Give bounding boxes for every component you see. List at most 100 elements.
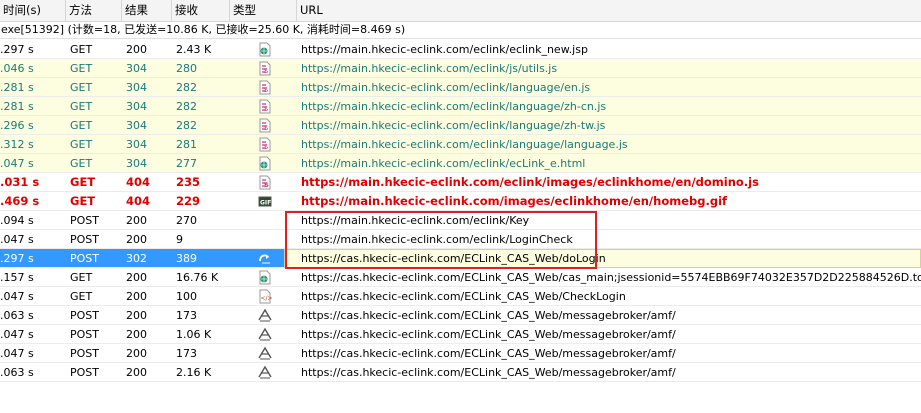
svg-text:s: s <box>264 123 268 132</box>
request-row[interactable]: .047 s GET 200 100 </> https://cas.hkecic-ecl… <box>0 287 921 306</box>
request-received: 1.06 K <box>176 328 212 341</box>
request-type-cell: GIF <box>253 192 279 211</box>
request-time: .047 s <box>0 328 34 341</box>
request-row[interactable]: .047 s POST 200 1.06 K https://cas.hkecic-ec… <box>0 325 921 344</box>
request-type-cell <box>253 249 279 268</box>
request-row[interactable]: .469 s GET 404 229 GIF https://main.hkecic-ec… <box>0 192 921 211</box>
request-method: GET <box>70 157 93 170</box>
request-type-cell <box>253 40 279 59</box>
request-method: GET <box>70 119 93 132</box>
request-url: https://main.hkecic-eclink.com/eclink/la… <box>301 119 606 132</box>
request-url: https://main.hkecic-eclink.com/eclink/la… <box>301 81 591 94</box>
script-file-icon: s <box>258 61 272 76</box>
request-received: 9 <box>176 233 183 246</box>
request-row[interactable]: .047 s POST 200 173 https://cas.hkecic-eclin… <box>0 344 921 363</box>
script-file-icon: s <box>258 80 272 95</box>
svg-text:GIF: GIF <box>260 200 271 207</box>
html-page-icon <box>258 156 272 171</box>
request-received: 2.43 K <box>176 43 212 56</box>
request-type-cell <box>253 344 279 363</box>
request-row[interactable]: .281 s GET 304 282 s https://main.hkecic-ecli… <box>0 97 921 116</box>
column-header-url[interactable]: URL <box>297 0 921 21</box>
request-received: 282 <box>176 100 197 113</box>
script-file-icon: s <box>258 99 272 114</box>
request-result: 200 <box>126 271 147 284</box>
svg-text:s: s <box>264 104 268 113</box>
request-type-cell <box>253 268 279 287</box>
request-type-cell <box>253 211 279 230</box>
request-received: 389 <box>176 252 197 265</box>
column-header-time[interactable]: 时间(s) <box>0 0 66 21</box>
script-file-icon: s <box>258 137 272 152</box>
request-time: .063 s <box>0 309 34 322</box>
request-result: 304 <box>126 119 147 132</box>
column-header-received-label: 接收 <box>175 3 198 17</box>
request-received: 282 <box>176 119 197 132</box>
request-time: .297 s <box>0 252 34 265</box>
request-row[interactable]: .157 s GET 200 16.76 K https://cas.hkecic-ec… <box>0 268 921 287</box>
column-header-result-label: 结果 <box>125 3 148 17</box>
request-url: https://cas.hkecic-eclink.com/ECLink_CAS… <box>301 271 921 284</box>
request-url: https://main.hkecic-eclink.com/eclink/Ke… <box>301 214 530 227</box>
request-received: 235 <box>176 175 201 189</box>
request-url: https://main.hkecic-eclink.com/eclink/ec… <box>301 43 588 56</box>
request-type-cell: s <box>253 116 279 135</box>
request-method: POST <box>70 309 99 322</box>
svg-text:s: s <box>264 66 268 75</box>
request-row[interactable]: .094 s POST 200 270 https://main.hkecic-ecli… <box>0 211 921 230</box>
request-url: https://cas.hkecic-eclink.com/ECLink_CAS… <box>301 366 676 379</box>
request-method: GET <box>70 138 93 151</box>
request-method: POST <box>70 366 99 379</box>
request-row[interactable]: .297 s POST 302 389 https://cas.hkecic-eclin… <box>0 249 921 268</box>
column-header-method-label: 方法 <box>69 3 92 17</box>
request-time: .297 s <box>0 43 34 56</box>
request-row[interactable]: .063 s POST 200 2.16 K https://cas.hkecic-ec… <box>0 363 921 382</box>
request-url: https://main.hkecic-eclink.com/eclink/js… <box>301 62 558 75</box>
svg-text:s: s <box>264 85 268 94</box>
request-row[interactable]: .047 s POST 200 9 https://main.hkecic-eclink… <box>0 230 921 249</box>
request-method: GET <box>70 62 93 75</box>
request-type-cell: s <box>253 135 279 154</box>
request-time: .063 s <box>0 366 34 379</box>
column-header-received[interactable]: 接收 <box>172 0 230 21</box>
request-type-cell: s <box>253 59 279 78</box>
request-type-cell: s <box>253 78 279 97</box>
request-received: 173 <box>176 347 197 360</box>
request-method: GET <box>70 290 93 303</box>
request-row[interactable]: .031 s GET 404 235 s https://main.hkecic-ecli… <box>0 173 921 192</box>
column-header-method[interactable]: 方法 <box>66 0 122 21</box>
request-method: POST <box>70 328 99 341</box>
svg-text:</>: </> <box>261 295 273 302</box>
column-header-result[interactable]: 结果 <box>122 0 172 21</box>
html-page-icon <box>258 42 272 57</box>
request-received: 100 <box>176 290 197 303</box>
request-time: .281 s <box>0 81 34 94</box>
request-row[interactable]: .296 s GET 304 282 s https://main.hkecic-ecli… <box>0 116 921 135</box>
request-row[interactable]: .281 s GET 304 282 s https://main.hkecic-ecli… <box>0 78 921 97</box>
request-row[interactable]: .046 s GET 304 280 s https://main.hkecic-ecli… <box>0 59 921 78</box>
amf-data-icon <box>258 346 272 361</box>
request-row[interactable]: .312 s GET 304 281 s https://main.hkecic-ecli… <box>0 135 921 154</box>
request-result: 200 <box>126 233 147 246</box>
request-method: GET <box>70 271 93 284</box>
request-result: 200 <box>126 347 147 360</box>
amf-data-icon <box>258 365 272 380</box>
request-row[interactable]: .047 s GET 304 277 https://main.hkecic-eclin… <box>0 154 921 173</box>
process-summary[interactable]: exe[51392] (计数=18, 已发送=10.86 K, 已接收=25.6… <box>0 22 921 39</box>
column-header-bar: 时间(s) 方法 结果 接收 类型 URL <box>0 0 921 22</box>
request-type-cell <box>253 230 279 249</box>
amf-data-icon <box>258 308 272 323</box>
column-header-type[interactable]: 类型 <box>230 0 297 21</box>
request-result: 304 <box>126 62 147 75</box>
request-time: .047 s <box>0 290 34 303</box>
request-received: 173 <box>176 309 197 322</box>
request-result: 200 <box>126 366 147 379</box>
request-method: POST <box>70 214 99 227</box>
script-file-icon: s <box>258 118 272 133</box>
request-row[interactable]: .297 s GET 200 2.43 K https://main.hkecic-ec… <box>0 40 921 59</box>
svg-text:s: s <box>264 180 269 189</box>
request-result: 302 <box>126 252 147 265</box>
request-type-cell: </> <box>253 287 279 306</box>
gif-image-icon: GIF <box>258 194 272 209</box>
request-row[interactable]: .063 s POST 200 173 https://cas.hkecic-eclin… <box>0 306 921 325</box>
